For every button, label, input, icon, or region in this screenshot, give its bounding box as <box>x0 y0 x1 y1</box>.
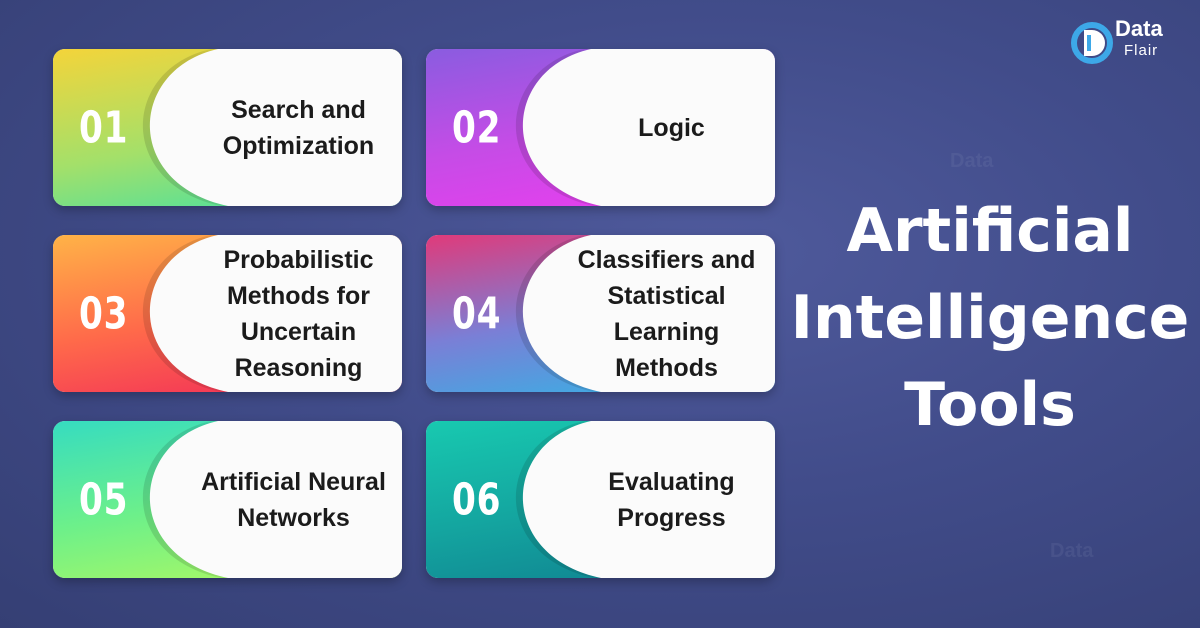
brand-name: Data <box>1115 16 1163 41</box>
card-number: 04 <box>452 288 502 339</box>
watermark: Data <box>1050 540 1094 562</box>
page-title: Artificial Intelligence Tools <box>790 188 1190 449</box>
card-evaluating-progress: 06 Evaluating Progress <box>426 421 775 578</box>
card-label: Logic <box>576 49 767 206</box>
card-number: 05 <box>79 474 129 525</box>
card-probabilistic-methods: 03 Probabilistic Methods for Uncertain R… <box>53 235 402 392</box>
card-label-line: Methods <box>615 353 718 382</box>
card-label-line: Search and <box>231 95 366 124</box>
watermark: Data <box>950 150 994 172</box>
title-line: Artificial <box>846 196 1134 266</box>
card-label-line: Progress <box>617 503 726 532</box>
card-label-line: Statistical <box>607 281 726 310</box>
card-label-line: Probabilistic <box>223 245 374 274</box>
card-label-line: Networks <box>237 503 350 532</box>
card-label-line: Artificial Neural <box>201 467 386 496</box>
card-number: 02 <box>452 102 502 153</box>
card-number: 01 <box>79 102 129 153</box>
card-label: Classifiers and Statistical Learning Met… <box>566 235 767 392</box>
infographic-canvas: Data Data 01 Search and Optimization 02 … <box>0 0 1200 628</box>
card-label-line: Classifiers and <box>577 245 756 274</box>
card-label-line: Methods for <box>226 281 371 310</box>
card-label-line: Optimization <box>222 131 375 160</box>
card-label-line: Learning <box>613 317 720 346</box>
card-label-line: Uncertain <box>240 317 357 346</box>
card-classifiers: 04 Classifiers and Statistical Learning … <box>426 235 775 392</box>
card-label-line: Reasoning <box>234 353 363 382</box>
card-label: Probabilistic Methods for Uncertain Reas… <box>203 235 394 392</box>
card-label-line: Evaluating <box>608 467 735 496</box>
card-label: Artificial Neural Networks <box>193 421 394 578</box>
card-label-line: Logic <box>638 113 705 142</box>
card-label: Evaluating Progress <box>576 421 767 578</box>
card-number: 03 <box>79 288 129 339</box>
brand-subname: Flair <box>1124 42 1159 59</box>
card-neural-networks: 05 Artificial Neural Networks <box>53 421 402 578</box>
title-line: Tools <box>904 370 1076 440</box>
card-logic: 02 Logic <box>426 49 775 206</box>
card-label: Search and Optimization <box>203 49 394 206</box>
title-line: Intelligence <box>790 283 1190 353</box>
card-search-optimization: 01 Search and Optimization <box>53 49 402 206</box>
card-number: 06 <box>452 474 502 525</box>
